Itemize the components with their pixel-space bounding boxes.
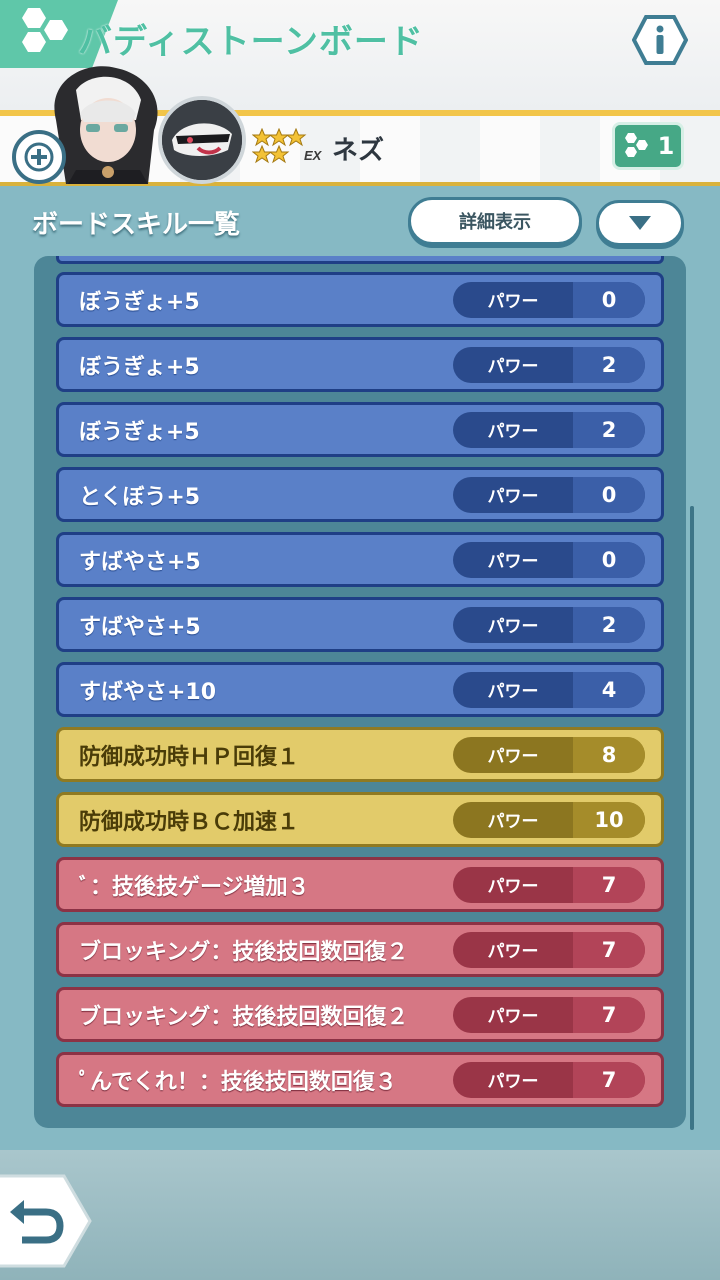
skill-name: 防御成功時ＨＰ回復１ <box>79 744 300 770</box>
power-badge: パワー 2 <box>453 606 645 643</box>
power-value: 0 <box>573 541 645 578</box>
skill-list[interactable]: ぼうぎょ+5 パワー 0 ぼうぎょ+5 パワー 2 ぼうぎょ+5 パワー 2 とくぼう+5 パワー 0… <box>34 256 686 1128</box>
skill-name: ブロッキング：技後技回数回復２ <box>79 939 409 965</box>
power-label: パワー <box>487 1072 539 1092</box>
skill-row[interactable]: すばやさ+5 パワー 0 <box>56 532 664 587</box>
skill-row[interactable]: 防御成功時ＢＣ加速１ パワー 10 <box>56 792 664 847</box>
triangle-down-icon <box>629 216 651 230</box>
power-badge: パワー 10 <box>453 801 645 838</box>
footer <box>0 1150 720 1280</box>
skill-name: すばやさ+5 <box>79 549 201 575</box>
skill-row[interactable]: ぼうぎょ+5 パワー 2 <box>56 337 664 392</box>
power-value: 7 <box>573 1061 645 1098</box>
skill-row[interactable]: ブロッキング：技後技回数回復２ パワー 7 <box>56 922 664 977</box>
add-button[interactable] <box>12 130 66 184</box>
detail-view-button[interactable]: 詳細表示 <box>408 197 582 245</box>
power-badge: パワー 2 <box>453 346 645 383</box>
skill-row[interactable]: ぼうぎょ+5 パワー 0 <box>56 272 664 327</box>
back-button[interactable] <box>0 1172 92 1270</box>
skill-name: すばやさ+10 <box>79 679 217 705</box>
page-title: バディストーンボード <box>78 22 424 62</box>
power-value: 7 <box>573 866 645 903</box>
buddy-pokemon-portrait[interactable] <box>158 96 246 184</box>
power-badge: パワー 8 <box>453 736 645 773</box>
power-badge: パワー 0 <box>453 281 645 318</box>
skill-row[interactable]: ぼうぎょ+5 パワー 2 <box>56 402 664 457</box>
power-badge: パワー 4 <box>453 671 645 708</box>
skill-row[interactable]: ブロッキング：技後技回数回復２ パワー 7 <box>56 987 664 1042</box>
power-label: パワー <box>487 292 539 312</box>
skill-row[interactable]: ﾟんでくれ！：技後技回数回復３ パワー 7 <box>56 1052 664 1107</box>
power-label: パワー <box>487 942 539 962</box>
power-value: 7 <box>573 996 645 1033</box>
skill-name: 防御成功時ＢＣ加速１ <box>79 809 300 835</box>
info-icon <box>631 15 689 65</box>
list-item-partial <box>56 256 664 264</box>
power-badge: パワー 2 <box>453 411 645 448</box>
power-value: 0 <box>573 476 645 513</box>
power-label: パワー <box>487 357 539 377</box>
power-label: パワー <box>487 617 539 637</box>
star-rating-icon: EX <box>252 128 323 164</box>
power-value: 0 <box>573 281 645 318</box>
power-badge: パワー 0 <box>453 476 645 513</box>
skill-row[interactable]: とくぼう+5 パワー 0 <box>56 467 664 522</box>
power-value: 2 <box>573 606 645 643</box>
skill-row[interactable]: すばやさ+5 パワー 2 <box>56 597 664 652</box>
board-count-button[interactable]: 1 <box>612 122 684 170</box>
skill-row[interactable]: すばやさ+10 パワー 4 <box>56 662 664 717</box>
skill-name: ぼうぎょ+5 <box>79 354 200 380</box>
power-badge: パワー 0 <box>453 541 645 578</box>
power-value: 10 <box>573 801 645 838</box>
scrollbar-thumb[interactable] <box>690 506 694 1130</box>
info-button[interactable] <box>631 14 689 66</box>
power-label: パワー <box>487 682 539 702</box>
skill-name: ブロッキング：技後技回数回復２ <box>79 1004 409 1030</box>
hexagon-cluster-icon <box>624 133 648 157</box>
power-badge: パワー 7 <box>453 1061 645 1098</box>
power-label: パワー <box>487 812 539 832</box>
skill-name: ぼうぎょ+5 <box>79 289 200 315</box>
power-label: パワー <box>487 877 539 897</box>
character-name: ネズ <box>332 136 385 166</box>
power-badge: パワー 7 <box>453 996 645 1033</box>
skill-name: ﾟんでくれ！：技後技回数回復３ <box>79 1069 397 1095</box>
power-label: パワー <box>487 487 539 507</box>
skill-row[interactable]: 防御成功時ＨＰ回復１ パワー 8 <box>56 727 664 782</box>
skill-name: とくぼう+5 <box>79 484 201 510</box>
power-label: パワー <box>487 552 539 572</box>
power-value: 2 <box>573 411 645 448</box>
power-value: 4 <box>573 671 645 708</box>
board-count-value: 1 <box>657 132 675 160</box>
power-value: 8 <box>573 736 645 773</box>
plus-icon <box>24 142 54 172</box>
power-label: パワー <box>487 422 539 442</box>
sort-dropdown-button[interactable] <box>596 200 684 246</box>
power-value: 2 <box>573 346 645 383</box>
scrollbar[interactable] <box>690 506 694 1130</box>
power-label: パワー <box>487 1007 539 1027</box>
power-badge: パワー 7 <box>453 866 645 903</box>
power-value: 7 <box>573 931 645 968</box>
return-arrow-icon <box>0 1174 92 1268</box>
skill-name: ぼうぎょ+5 <box>79 419 200 445</box>
section-title: ボードスキル一覧 <box>32 210 241 240</box>
power-badge: パワー 7 <box>453 931 645 968</box>
skill-name: すばやさ+5 <box>79 614 201 640</box>
power-label: パワー <box>487 747 539 767</box>
rank-badge: EX <box>304 148 323 163</box>
skill-row[interactable]: ﾞ：技後技ゲージ増加３ パワー 7 <box>56 857 664 912</box>
skill-name: ﾞ：技後技ゲージ増加３ <box>79 874 310 900</box>
